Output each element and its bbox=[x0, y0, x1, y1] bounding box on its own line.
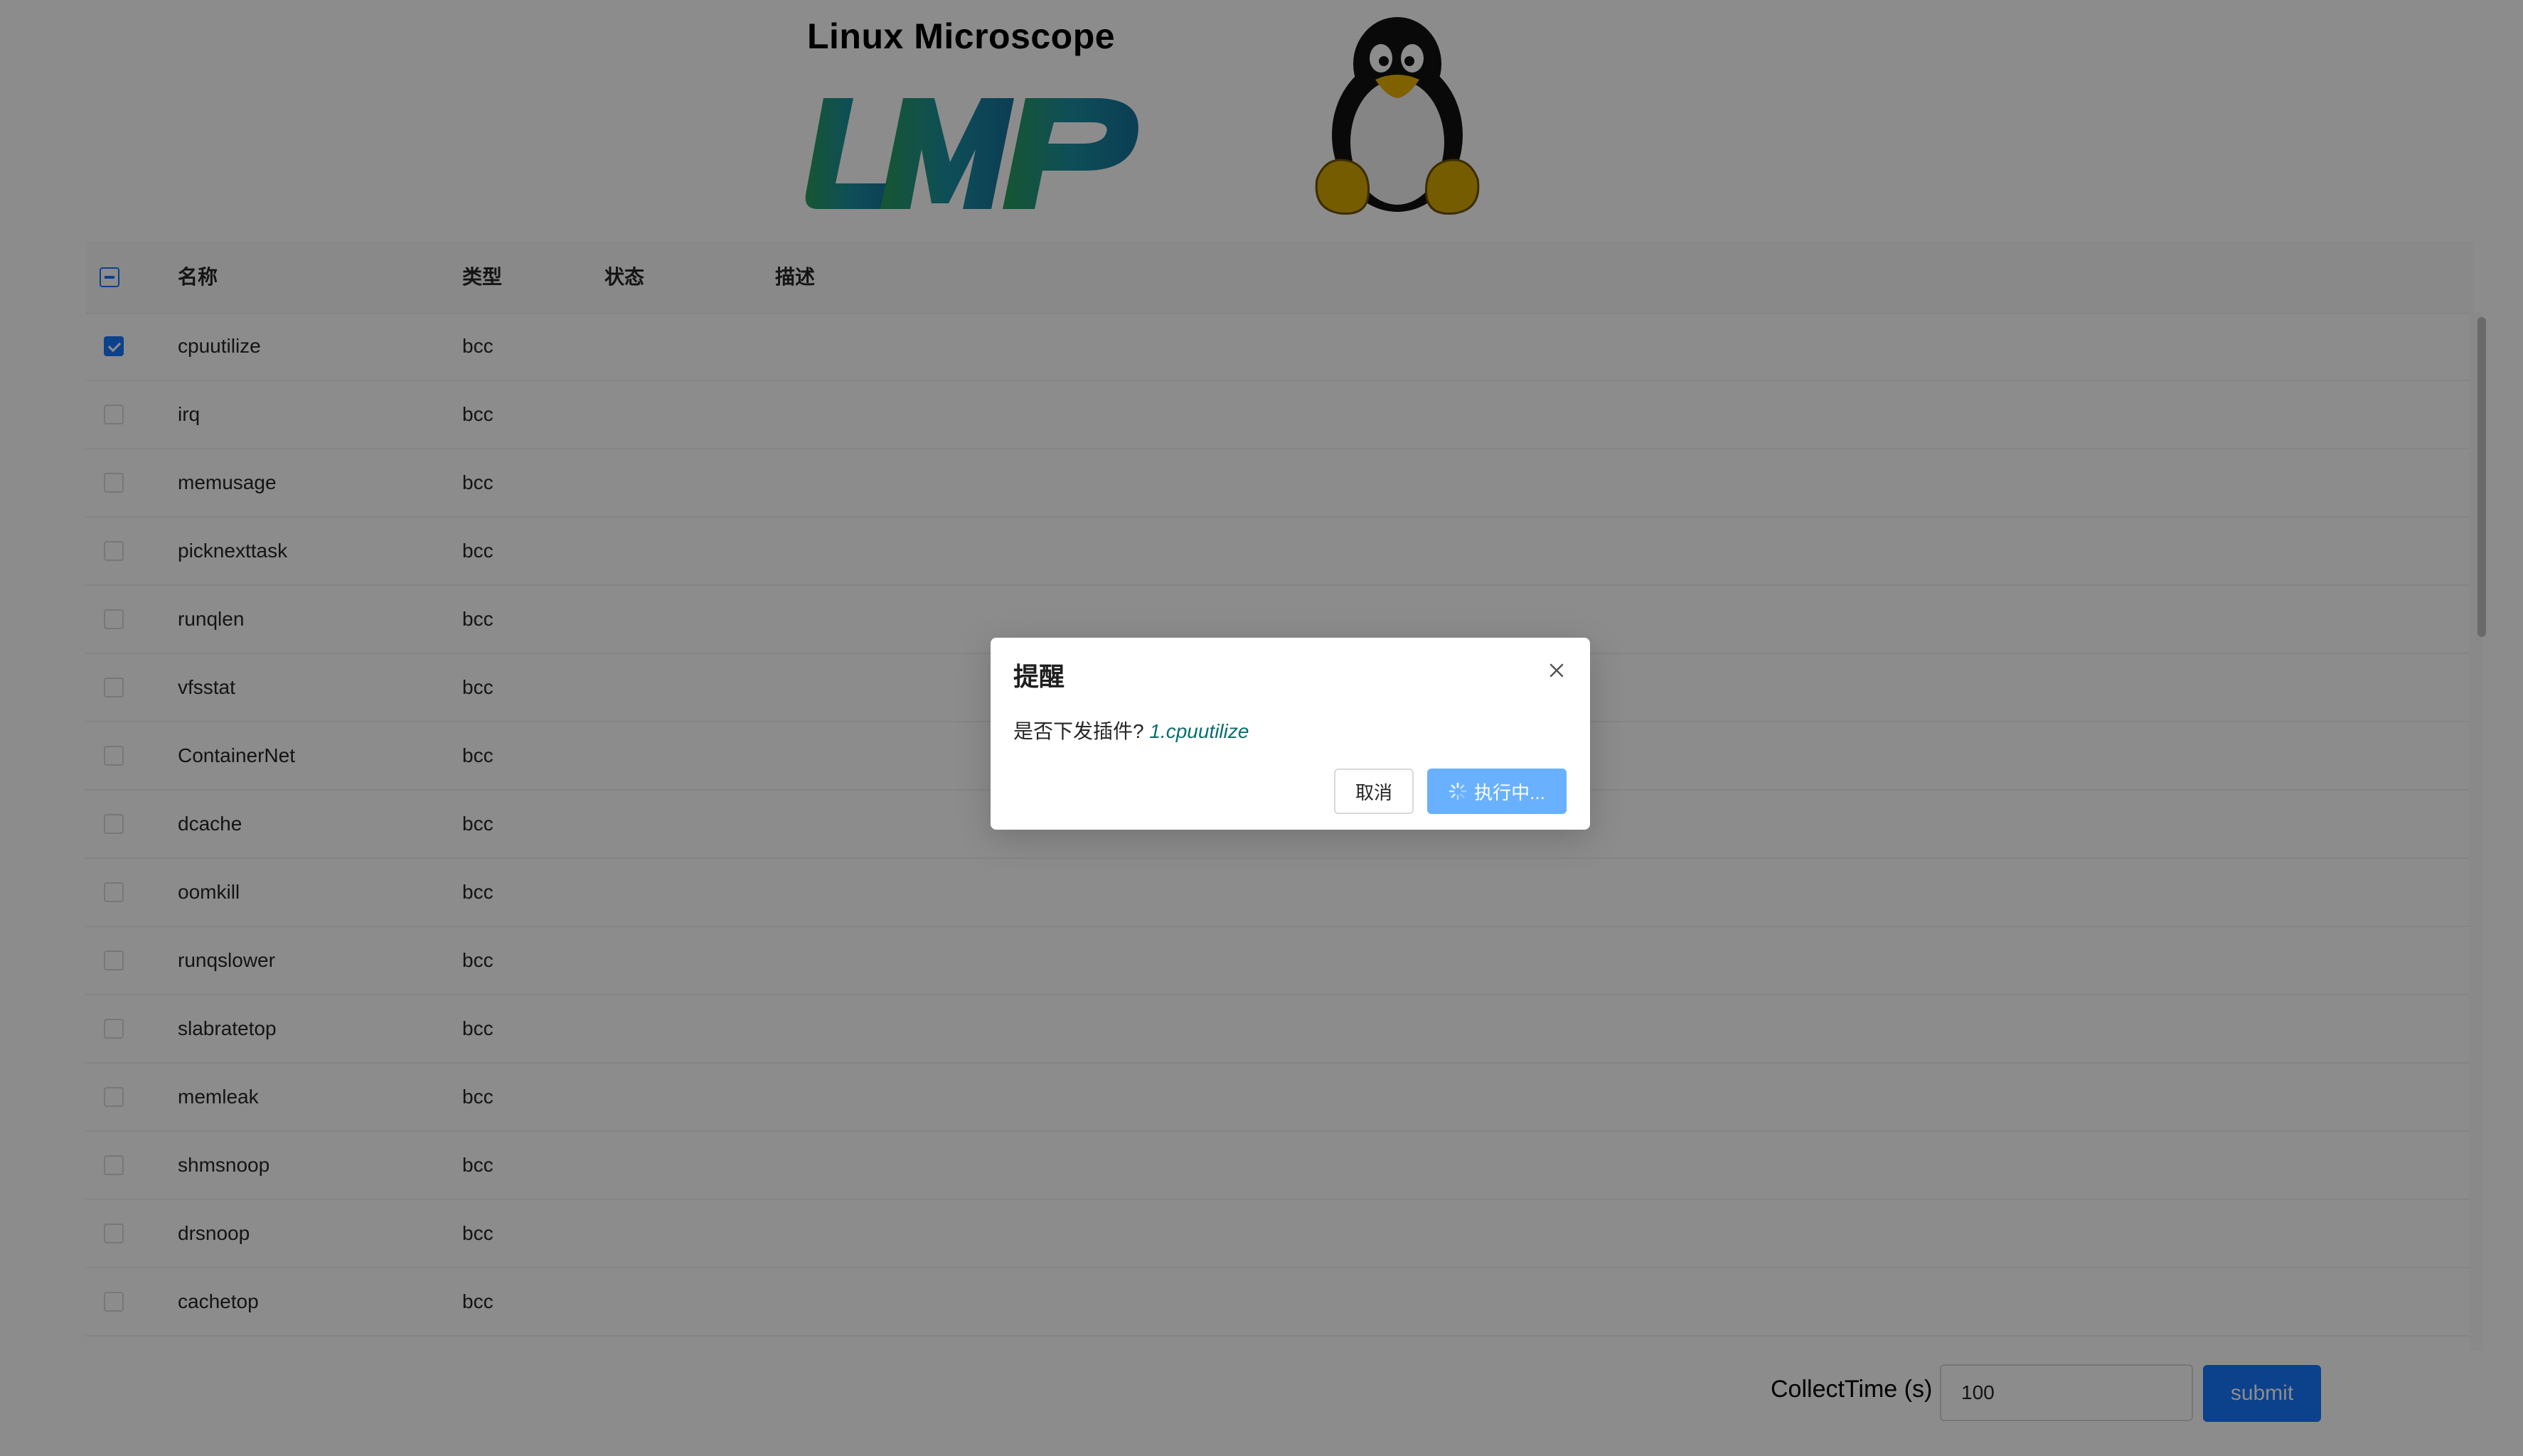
dialog-plugin-name: 1.cpuutilize bbox=[1149, 720, 1249, 742]
executing-button[interactable]: 执行中... bbox=[1427, 769, 1567, 814]
cancel-button[interactable]: 取消 bbox=[1334, 769, 1414, 814]
dialog-question: 是否下发插件? bbox=[1013, 720, 1144, 742]
dialog-message: 是否下发插件? 1.cpuutilize bbox=[1013, 716, 1249, 744]
executing-label: 执行中... bbox=[1474, 781, 1545, 803]
close-icon[interactable] bbox=[1542, 656, 1571, 685]
dialog-title: 提醒 bbox=[1013, 662, 1065, 691]
loading-spinner-icon bbox=[1449, 782, 1467, 801]
confirm-dialog: 提醒 是否下发插件? 1.cpuutilize 取消 执行中... bbox=[991, 638, 1590, 830]
